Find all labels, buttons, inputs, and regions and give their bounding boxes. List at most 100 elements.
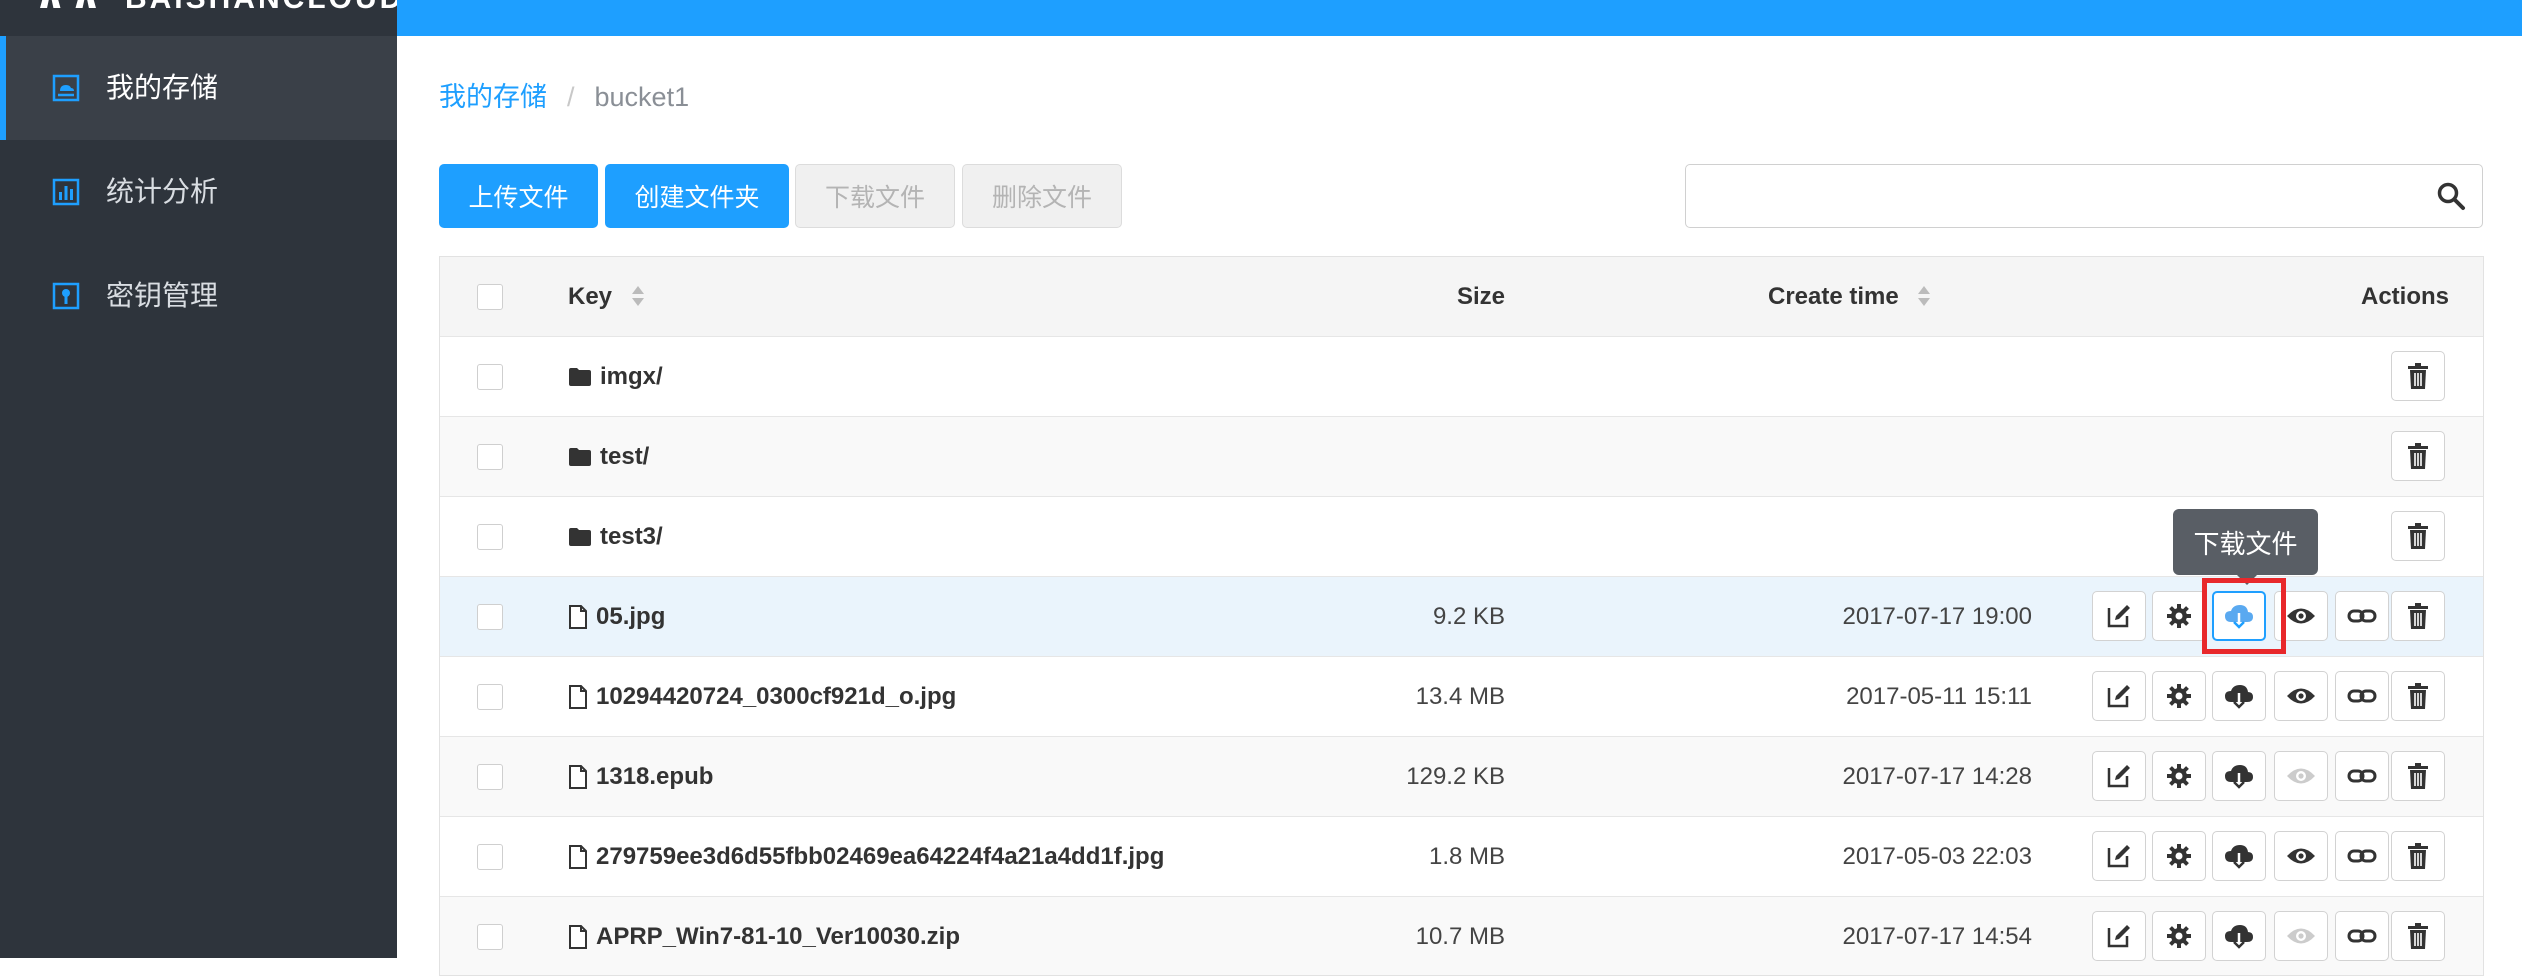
preview-button[interactable]: [2274, 591, 2328, 641]
settings-button[interactable]: [2152, 751, 2206, 801]
settings-button[interactable]: [2152, 911, 2206, 961]
column-label: Key: [568, 283, 613, 310]
eye-icon: [2286, 685, 2316, 707]
key-label: APRP_Win7-81-10_Ver10030.zip: [596, 923, 960, 950]
search-input[interactable]: [1700, 175, 2404, 219]
create-time-cell: 2017-05-11 15:11: [1846, 683, 2032, 710]
sidebar-item-label: 密钥管理: [106, 280, 219, 311]
delete-button[interactable]: [2391, 671, 2445, 721]
copy-link-button[interactable]: [2335, 671, 2389, 721]
key-label: 1318.epub: [596, 763, 714, 790]
copy-link-button[interactable]: [2335, 591, 2389, 641]
trash-icon: [2407, 522, 2429, 550]
delete-button[interactable]: [2391, 431, 2445, 481]
row-checkbox[interactable]: [477, 764, 503, 790]
column-header-actions: Actions: [2360, 283, 2449, 310]
delete-button[interactable]: [2391, 911, 2445, 961]
trash-icon: [2407, 762, 2429, 790]
select-all-checkbox[interactable]: [477, 284, 503, 310]
folder-icon: [568, 447, 600, 467]
edit-button[interactable]: [2092, 591, 2146, 641]
preview-button[interactable]: [2274, 671, 2328, 721]
trash-icon: [2407, 682, 2429, 710]
row-checkbox[interactable]: [477, 444, 503, 470]
download-button[interactable]: [2212, 591, 2266, 641]
row-checkbox[interactable]: [477, 604, 503, 630]
download-file-button[interactable]: 下载文件: [795, 164, 955, 228]
download-tooltip: 下载文件: [2173, 509, 2318, 585]
trash-icon: [2407, 602, 2429, 630]
settings-button[interactable]: [2152, 831, 2206, 881]
upload-file-button[interactable]: 上传文件: [439, 164, 598, 228]
cloud-download-icon: [2223, 602, 2255, 630]
eye-icon: [2286, 925, 2316, 947]
create-folder-button[interactable]: 创建文件夹: [605, 164, 789, 228]
row-checkbox[interactable]: [477, 924, 503, 950]
file-icon: [568, 765, 596, 789]
preview-button[interactable]: [2274, 831, 2328, 881]
file-icon: [568, 845, 596, 869]
table-row: APRP_Win7-81-10_Ver10030.zip 10.7 MB 2017-…: [440, 897, 2483, 975]
file-name: 279759ee3d6d55fbb02469ea64224f4a21a4dd1f…: [568, 817, 1164, 897]
sort-icon: [1918, 285, 1931, 306]
folder-link[interactable]: imgx/: [568, 337, 663, 417]
folder-link[interactable]: test/: [568, 417, 649, 497]
row-checkbox[interactable]: [477, 684, 503, 710]
copy-link-button[interactable]: [2335, 911, 2389, 961]
chart-icon: [52, 178, 80, 206]
sidebar-item-statistics[interactable]: 统计分析: [0, 140, 397, 244]
link-icon: [2347, 605, 2377, 627]
preview-button[interactable]: [2274, 751, 2328, 801]
gear-icon: [2165, 922, 2193, 950]
gear-icon: [2165, 842, 2193, 870]
gear-icon: [2165, 682, 2193, 710]
edit-button[interactable]: [2092, 911, 2146, 961]
row-checkbox[interactable]: [477, 364, 503, 390]
delete-file-button[interactable]: 删除文件: [962, 164, 1122, 228]
gear-icon: [2165, 602, 2193, 630]
create-time-cell: 2017-05-03 22:03: [1842, 843, 2033, 870]
link-icon: [2347, 845, 2377, 867]
size-cell: 13.4 MB: [1415, 683, 1505, 710]
download-button[interactable]: [2212, 911, 2266, 961]
edit-button[interactable]: [2092, 831, 2146, 881]
delete-button[interactable]: [2391, 591, 2445, 641]
storage-icon: [52, 74, 80, 102]
breadcrumb-root-link[interactable]: 我的存储: [439, 82, 547, 112]
settings-button[interactable]: [2152, 591, 2206, 641]
cloud-download-icon: [2223, 682, 2255, 710]
download-button[interactable]: [2212, 751, 2266, 801]
settings-button[interactable]: [2152, 671, 2206, 721]
folder-link[interactable]: test3/: [568, 497, 663, 577]
edit-button[interactable]: [2092, 751, 2146, 801]
delete-button[interactable]: [2391, 351, 2445, 401]
sidebar-item-label: 我的存储: [106, 72, 219, 103]
row-checkbox[interactable]: [477, 524, 503, 550]
cloud-download-icon: [2223, 842, 2255, 870]
row-checkbox[interactable]: [477, 844, 503, 870]
download-button[interactable]: [2212, 831, 2266, 881]
delete-button[interactable]: [2391, 511, 2445, 561]
eye-icon: [2286, 605, 2316, 627]
search-icon[interactable]: [2436, 181, 2466, 211]
sidebar-item-keys[interactable]: 密钥管理: [0, 244, 397, 348]
create-time-cell: 2017-07-17 14:28: [1842, 763, 2033, 790]
logo: ∧∧BAISHANCLOUD: [34, 0, 404, 17]
copy-link-button[interactable]: [2335, 751, 2389, 801]
file-icon: [568, 685, 596, 709]
column-header-key[interactable]: Key: [568, 257, 645, 337]
copy-link-button[interactable]: [2335, 831, 2389, 881]
edit-button[interactable]: [2092, 671, 2146, 721]
trash-icon: [2407, 922, 2429, 950]
key-label: test3/: [600, 523, 663, 550]
cloud-download-icon: [2223, 762, 2255, 790]
delete-button[interactable]: [2391, 831, 2445, 881]
table-row: test/: [440, 417, 2483, 497]
preview-button[interactable]: [2274, 911, 2328, 961]
table-row: 279759ee3d6d55fbb02469ea64224f4a21a4dd1f…: [440, 817, 2483, 897]
table-header: Key Size Create time Actions: [440, 257, 2483, 337]
column-header-create-time[interactable]: Create time: [1768, 257, 1931, 337]
download-button[interactable]: [2212, 671, 2266, 721]
delete-button[interactable]: [2391, 751, 2445, 801]
sidebar-item-storage[interactable]: 我的存储: [0, 36, 397, 140]
